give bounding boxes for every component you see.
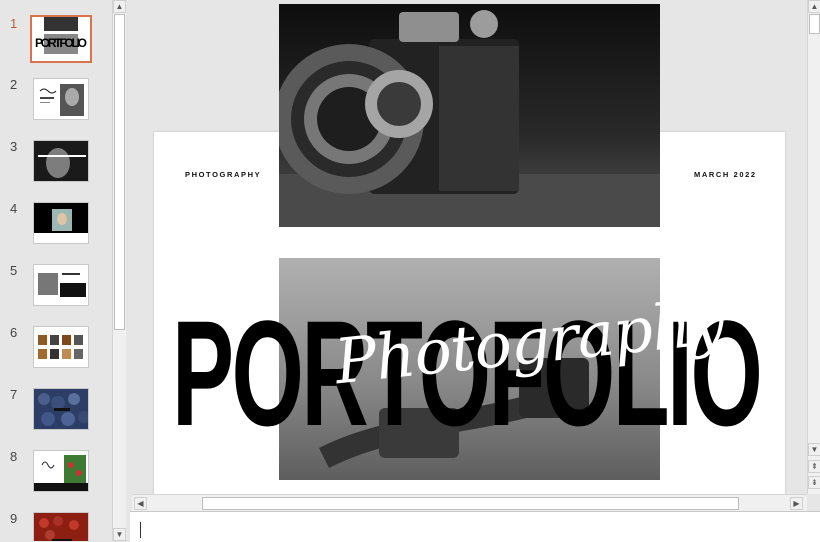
thumbnail-number: 5 [10, 263, 18, 278]
slide-editor: PHOTOGRAPHY MARCH 2022 PORTOFOLIO Photog… [130, 0, 807, 494]
slide-label-right: MARCH 2022 [694, 170, 757, 179]
scrollbar-thumb[interactable] [202, 497, 739, 510]
camera-image [279, 4, 660, 227]
camera-photo[interactable] [279, 4, 660, 227]
thumbnail-preview [34, 327, 88, 367]
thumbnail-number: 6 [10, 325, 18, 340]
thumbnail-preview [34, 513, 88, 541]
scroll-right-arrow-icon[interactable]: ▶ [790, 497, 803, 510]
thumbnail-preview [34, 451, 88, 491]
scroll-up-arrow-icon[interactable]: ▲ [808, 0, 820, 13]
thumbnail-number: 3 [10, 139, 18, 154]
slide-thumbnail-7[interactable] [33, 388, 89, 430]
svg-text:PORTFOLIO: PORTFOLIO [35, 36, 87, 50]
thumbnail-scrollbar[interactable]: ▲ ▼ [112, 0, 126, 541]
slide-thumbnail-3[interactable] [33, 140, 89, 182]
thumbnail-preview: PORTFOLIO [32, 17, 90, 61]
slide-thumbnail-pane: 1 PORTFOLIO 2 3 4 5 6 7 8 9 [0, 0, 113, 541]
scroll-down-arrow-icon[interactable]: ▼ [113, 528, 126, 541]
notes-pane[interactable] [130, 511, 820, 542]
slide-thumbnail-5[interactable] [33, 264, 89, 306]
next-slide-icon[interactable]: ⇟ [808, 476, 820, 489]
thumbnail-number: 2 [10, 77, 18, 92]
slide-thumbnail-2[interactable] [33, 78, 89, 120]
thumbnail-number: 1 [10, 16, 18, 31]
thumbnail-number: 8 [10, 449, 18, 464]
thumbnail-preview [34, 389, 88, 429]
editor-vertical-scrollbar[interactable]: ▲ ▼ ⇞ ⇟ [807, 0, 820, 494]
thumbnail-number: 9 [10, 511, 18, 526]
thumbnail-preview [34, 265, 88, 305]
slide-thumbnail-9[interactable] [33, 512, 89, 541]
slide-thumbnail-1[interactable]: PORTFOLIO [30, 15, 92, 63]
thumbnail-preview [34, 141, 88, 181]
thumbnail-preview [34, 203, 88, 243]
slide-label-left: PHOTOGRAPHY [185, 170, 262, 179]
editor-horizontal-scrollbar[interactable]: ◀ ▶ [132, 494, 807, 512]
scroll-left-arrow-icon[interactable]: ◀ [134, 497, 147, 510]
slide-thumbnail-4[interactable] [33, 202, 89, 244]
thumbnail-number: 7 [10, 387, 18, 402]
thumbnail-preview [34, 79, 88, 119]
scroll-down-arrow-icon[interactable]: ▼ [808, 443, 820, 456]
scroll-up-arrow-icon[interactable]: ▲ [113, 0, 126, 13]
thumbnail-number: 4 [10, 201, 18, 216]
scrollbar-thumb[interactable] [809, 14, 820, 34]
previous-slide-icon[interactable]: ⇞ [808, 460, 820, 473]
scrollbar-thumb[interactable] [114, 14, 125, 330]
slide-thumbnail-8[interactable] [33, 450, 89, 492]
slide-thumbnail-6[interactable] [33, 326, 89, 368]
text-caret [140, 522, 141, 538]
